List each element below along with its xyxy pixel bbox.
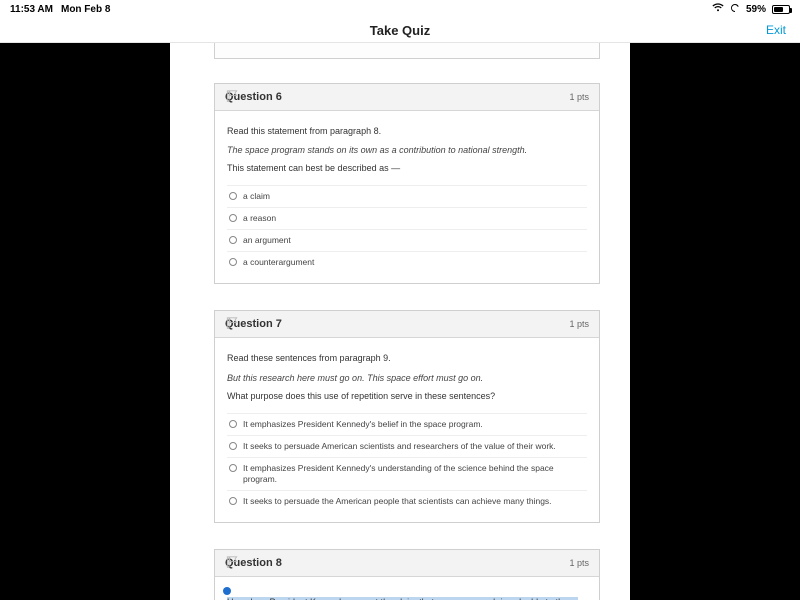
- battery-icon: [772, 5, 790, 14]
- radio-icon: [229, 497, 237, 505]
- question-quote: But this research here must go on. This …: [227, 372, 587, 384]
- question-header: Question 8 1 pts: [215, 550, 599, 577]
- radio-icon: [229, 236, 237, 244]
- answer-option[interactable]: a claim: [227, 186, 587, 208]
- status-bar: 11:53 AM Mon Feb 8 59%: [0, 0, 800, 18]
- question-header: Question 6 1 pts: [215, 84, 599, 111]
- question-text: Read this statement from paragraph 8.: [227, 125, 587, 137]
- wifi-icon: [712, 3, 724, 15]
- radio-icon: [229, 442, 237, 450]
- question-points: 1 pts: [569, 319, 589, 329]
- answer-text: a claim: [243, 191, 270, 202]
- flag-icon[interactable]: [222, 555, 242, 569]
- exit-button[interactable]: Exit: [766, 23, 786, 37]
- answer-text: It emphasizes President Kennedy's belief…: [243, 419, 483, 430]
- question-quote: The space program stands on its own as a…: [227, 144, 587, 156]
- viewport: Question 6 1 pts Read this statement fro…: [0, 43, 800, 600]
- radio-icon: [229, 464, 237, 472]
- previous-question-box: [214, 43, 600, 59]
- question-prompt: What purpose does this use of repetition…: [227, 391, 587, 401]
- answer-option[interactable]: It seeks to persuade American scientists…: [227, 436, 587, 458]
- sync-icon: [730, 3, 740, 16]
- flag-icon[interactable]: [222, 316, 242, 330]
- status-time: 11:53 AM: [10, 4, 53, 15]
- question-header: Question 7 1 pts: [215, 311, 599, 338]
- text-selection[interactable]: How does President Kennedy support the c…: [227, 591, 587, 600]
- question-points: 1 pts: [569, 558, 589, 568]
- answer-option[interactable]: It seeks to persuade the American people…: [227, 491, 587, 512]
- radio-icon: [229, 420, 237, 428]
- answer-text: It seeks to persuade the American people…: [243, 496, 552, 507]
- answer-option[interactable]: It emphasizes President Kennedy's unders…: [227, 458, 587, 491]
- flag-icon[interactable]: [222, 89, 242, 103]
- question-block: Question 6 1 pts Read this statement fro…: [214, 83, 600, 284]
- answer-text: It seeks to persuade American scientists…: [243, 441, 556, 452]
- answer-option[interactable]: a counterargument: [227, 252, 587, 273]
- radio-icon: [229, 258, 237, 266]
- answer-option[interactable]: an argument: [227, 230, 587, 252]
- answer-text: an argument: [243, 235, 291, 246]
- question-text: Read these sentences from paragraph 9.: [227, 352, 587, 364]
- status-date: Mon Feb 8: [61, 4, 110, 15]
- question-block: Question 7 1 pts Read these sentences fr…: [214, 310, 600, 523]
- answer-text: It emphasizes President Kennedy's unders…: [243, 463, 585, 485]
- answer-text: a reason: [243, 213, 276, 224]
- answer-option[interactable]: a reason: [227, 208, 587, 230]
- nav-bar: Take Quiz Exit: [0, 18, 800, 43]
- page-title: Take Quiz: [370, 23, 430, 38]
- selection-handle-start-icon[interactable]: [223, 587, 231, 595]
- answer-text: a counterargument: [243, 257, 314, 268]
- radio-icon: [229, 214, 237, 222]
- quiz-page[interactable]: Question 6 1 pts Read this statement fro…: [170, 43, 630, 600]
- question-block: Question 8 1 pts How does President Kenn…: [214, 549, 600, 600]
- question-prompt: This statement can best be described as …: [227, 163, 587, 173]
- question-points: 1 pts: [569, 92, 589, 102]
- radio-icon: [229, 192, 237, 200]
- answer-option[interactable]: It emphasizes President Kennedy's belief…: [227, 414, 587, 436]
- battery-percent: 59%: [746, 4, 766, 15]
